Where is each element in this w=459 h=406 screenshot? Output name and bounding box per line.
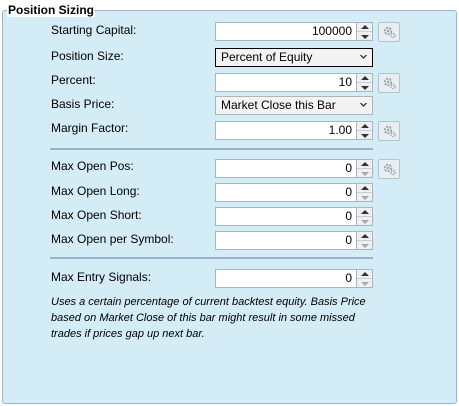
max-entry-signals-spinner[interactable] bbox=[357, 269, 373, 288]
spin-down-arrow-icon[interactable] bbox=[357, 169, 372, 178]
spin-down-arrow-icon[interactable] bbox=[357, 241, 372, 250]
margin-factor-optimize-button[interactable] bbox=[378, 121, 400, 141]
percent-label: Percent: bbox=[51, 73, 96, 87]
position-size-select[interactable]: Percent of Equity bbox=[215, 48, 373, 67]
margin-factor-label: Margin Factor: bbox=[51, 121, 129, 135]
margin-factor-input[interactable]: 1.00 bbox=[215, 121, 357, 140]
spin-down-arrow-icon[interactable] bbox=[357, 193, 372, 202]
spin-up-arrow-icon[interactable] bbox=[357, 122, 372, 131]
max-entry-signals-label: Max Entry Signals: bbox=[51, 270, 152, 284]
percent-input[interactable]: 10 bbox=[215, 73, 357, 92]
max-open-short-input[interactable]: 0 bbox=[215, 207, 357, 226]
max-open-per-symbol-label: Max Open per Symbol: bbox=[51, 232, 174, 246]
max-open-pos-label: Max Open Pos: bbox=[51, 159, 134, 173]
chevron-down-icon bbox=[360, 54, 367, 59]
basis-price-label: Basis Price: bbox=[51, 97, 115, 111]
starting-capital-spinner[interactable] bbox=[357, 22, 373, 41]
group-title: Position Sizing bbox=[7, 3, 95, 17]
starting-capital-optimize-button[interactable] bbox=[378, 22, 400, 42]
max-entry-signals-input[interactable]: 0 bbox=[215, 269, 357, 288]
spin-up-arrow-icon[interactable] bbox=[357, 270, 372, 279]
starting-capital-input[interactable]: 100000 bbox=[215, 22, 357, 41]
spin-down-arrow-icon[interactable] bbox=[357, 217, 372, 226]
starting-capital-label: Starting Capital: bbox=[51, 23, 137, 37]
spin-up-arrow-icon[interactable] bbox=[357, 74, 372, 83]
gear-icon bbox=[383, 77, 396, 90]
max-open-per-symbol-spinner[interactable] bbox=[357, 231, 373, 250]
spin-up-arrow-icon[interactable] bbox=[357, 208, 372, 217]
max-open-pos-spinner[interactable] bbox=[357, 159, 373, 178]
chevron-down-icon bbox=[360, 102, 367, 107]
gear-icon bbox=[383, 125, 396, 138]
max-open-short-spinner[interactable] bbox=[357, 207, 373, 226]
max-open-pos-input[interactable]: 0 bbox=[215, 159, 357, 178]
spin-down-arrow-icon[interactable] bbox=[357, 32, 372, 41]
gear-icon bbox=[383, 26, 396, 39]
section-divider bbox=[50, 257, 373, 259]
percent-optimize-button[interactable] bbox=[378, 73, 400, 93]
basis-price-value: Market Close this Bar bbox=[221, 98, 336, 112]
help-note: Uses a certain percentage of current bac… bbox=[51, 296, 366, 340]
max-open-short-label: Max Open Short: bbox=[51, 208, 142, 222]
spin-up-arrow-icon[interactable] bbox=[357, 232, 372, 241]
max-open-long-input[interactable]: 0 bbox=[215, 183, 357, 202]
spin-up-arrow-icon[interactable] bbox=[357, 184, 372, 193]
max-open-long-label: Max Open Long: bbox=[51, 184, 140, 198]
basis-price-select[interactable]: Market Close this Bar bbox=[215, 96, 373, 115]
gear-icon bbox=[383, 163, 396, 176]
max-open-per-symbol-input[interactable]: 0 bbox=[215, 231, 357, 250]
spin-up-arrow-icon[interactable] bbox=[357, 23, 372, 32]
percent-spinner[interactable] bbox=[357, 73, 373, 92]
position-size-value: Percent of Equity bbox=[221, 50, 313, 64]
spin-down-arrow-icon[interactable] bbox=[357, 131, 372, 140]
position-size-label: Position Size: bbox=[51, 49, 124, 63]
spin-down-arrow-icon[interactable] bbox=[357, 279, 372, 288]
max-open-long-spinner[interactable] bbox=[357, 183, 373, 202]
spin-up-arrow-icon[interactable] bbox=[357, 160, 372, 169]
max-open-pos-optimize-button[interactable] bbox=[378, 159, 400, 179]
margin-factor-spinner[interactable] bbox=[357, 121, 373, 140]
section-divider bbox=[50, 148, 373, 150]
spin-down-arrow-icon[interactable] bbox=[357, 83, 372, 92]
